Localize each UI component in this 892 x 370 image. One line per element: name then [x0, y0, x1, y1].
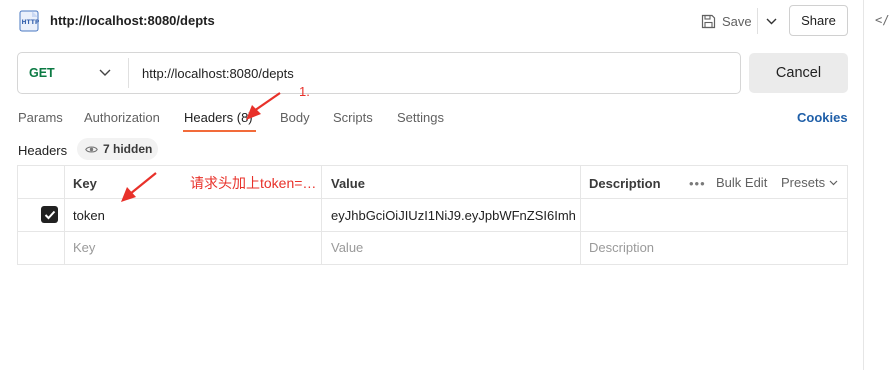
column-header-description: Description: [589, 176, 661, 191]
column-divider: [580, 165, 581, 265]
save-label: Save: [722, 13, 752, 29]
method-select[interactable]: GET: [29, 66, 55, 80]
tab-params[interactable]: Params: [18, 110, 63, 125]
cancel-button[interactable]: Cancel: [749, 53, 848, 93]
column-divider: [64, 165, 65, 265]
new-description-input[interactable]: Description: [589, 240, 654, 255]
url-divider: [128, 58, 129, 88]
tab-settings[interactable]: Settings: [397, 110, 444, 125]
table-header-divider: [17, 198, 848, 199]
hidden-headers-toggle[interactable]: 7 hidden: [77, 138, 158, 160]
bulk-edit-button[interactable]: Bulk Edit: [716, 175, 767, 190]
save-divider: [757, 8, 758, 34]
http-file-icon: HTTP: [18, 10, 42, 32]
request-title[interactable]: http://localhost:8080/depts: [50, 13, 215, 28]
share-button[interactable]: Share: [789, 5, 848, 36]
request-url-bar: [17, 52, 741, 94]
checkmark-icon: [44, 210, 55, 219]
eye-icon: [85, 145, 98, 153]
presets-label: Presets: [781, 175, 826, 190]
active-tab-indicator: [183, 130, 256, 132]
code-icon[interactable]: </: [875, 13, 892, 29]
cookies-link[interactable]: Cookies: [797, 110, 848, 125]
save-options-chevron-down-icon[interactable]: [761, 6, 781, 36]
save-button[interactable]: Save: [697, 6, 757, 36]
column-header-key: Key: [73, 176, 97, 191]
table-row-divider: [17, 231, 848, 232]
header-value-input[interactable]: eyJhbGciOiJIUzI1NiJ9.eyJpbWFnZSI6Imh…: [331, 208, 576, 223]
svg-text:HTTP: HTTP: [22, 19, 40, 26]
tab-body[interactable]: Body: [280, 110, 310, 125]
tab-authorization[interactable]: Authorization: [84, 110, 160, 125]
header-key-input[interactable]: token: [73, 208, 105, 223]
new-value-input[interactable]: Value: [331, 240, 363, 255]
annotation-note: 请求头加上token=…: [190, 175, 317, 191]
side-panel-divider: [863, 0, 864, 370]
hidden-count-label: 7 hidden: [103, 142, 153, 156]
url-input[interactable]: http://localhost:8080/depts: [142, 66, 294, 81]
tab-scripts[interactable]: Scripts: [333, 110, 373, 125]
save-icon: [701, 14, 716, 28]
annotation-step-label: 1.: [299, 84, 310, 99]
chevron-down-icon: [829, 180, 838, 185]
tab-headers[interactable]: Headers (8): [184, 110, 253, 125]
method-chevron-down-icon[interactable]: [98, 64, 112, 80]
column-header-value: Value: [331, 176, 365, 191]
column-divider: [321, 165, 322, 265]
presets-dropdown[interactable]: Presets: [781, 175, 838, 190]
header-enabled-checkbox[interactable]: [41, 206, 58, 223]
more-options-icon[interactable]: •••: [689, 176, 706, 191]
new-key-input[interactable]: Key: [73, 240, 95, 255]
headers-section-title: Headers: [18, 143, 68, 158]
